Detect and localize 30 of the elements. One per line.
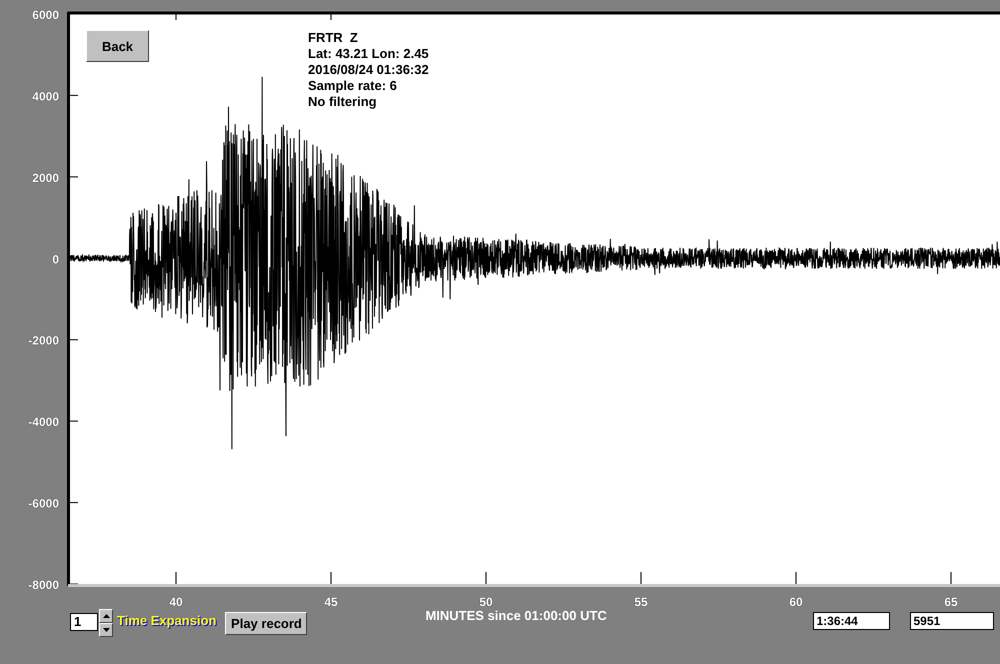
y-tick-label: 4000 xyxy=(32,89,59,104)
time-expansion-label: Time Expansion xyxy=(117,613,216,628)
spin-up-button[interactable] xyxy=(99,609,113,623)
time-field[interactable]: 1:36:44 xyxy=(813,612,890,630)
x-tick-label: 50 xyxy=(479,595,493,609)
station-info-line: FRTR Z xyxy=(308,30,359,46)
y-tick-label: -8000 xyxy=(28,578,59,592)
time-expansion-input[interactable]: 1 xyxy=(70,613,98,631)
x-axis-label: MINUTES since 01:00:00 UTC xyxy=(425,608,608,623)
count-field[interactable]: 5951 xyxy=(910,612,994,630)
y-tick-label: 6000 xyxy=(32,8,59,22)
y-tick-label: 0 xyxy=(52,252,59,266)
up-triangle-icon xyxy=(102,614,110,618)
x-tick-label: 55 xyxy=(634,595,648,609)
station-info-line: Lat: 43.21 Lon: 2.45 xyxy=(308,46,429,62)
station-info-line: No filtering xyxy=(308,94,378,110)
y-tick-label: -6000 xyxy=(28,496,59,511)
station-info-line: Sample rate: 6 xyxy=(308,78,398,94)
y-tick-label: 2000 xyxy=(32,170,59,185)
play-record-button[interactable]: Play record xyxy=(225,612,308,635)
x-tick-label: 60 xyxy=(789,595,803,609)
y-tick-label: -4000 xyxy=(28,415,59,430)
x-tick-label: 40 xyxy=(169,595,183,609)
station-info-line: 2016/08/24 01:36:32 xyxy=(308,62,429,78)
down-triangle-icon xyxy=(102,628,110,632)
spin-down-button[interactable] xyxy=(99,623,113,637)
x-tick-label: 45 xyxy=(324,595,338,609)
x-tick-label: 65 xyxy=(944,595,958,609)
y-tick-label: -2000 xyxy=(28,334,59,348)
back-button[interactable]: Back xyxy=(86,30,149,62)
